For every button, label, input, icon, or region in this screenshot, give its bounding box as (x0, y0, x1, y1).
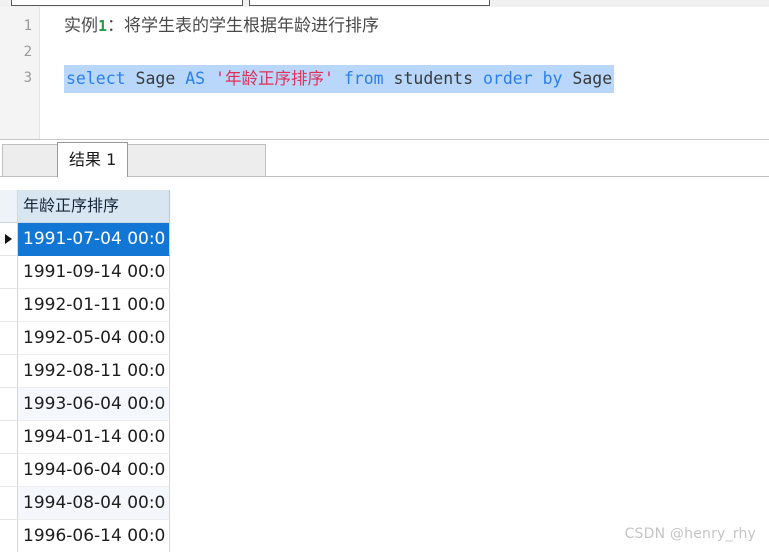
row-indicator[interactable] (0, 421, 18, 454)
row-indicator-header (0, 190, 18, 223)
row-indicator[interactable] (0, 223, 18, 256)
cell-age[interactable]: 1996-06-14 00:0 (18, 520, 170, 552)
row-indicator[interactable] (0, 256, 18, 289)
sql-editor[interactable]: 1 2 3 实例1：将学生表的学生根据年龄进行排序 select Sage AS… (0, 7, 769, 139)
table-row[interactable]: 1994-08-04 00:0 (0, 487, 200, 520)
sql-identifier-sage-1: Sage (135, 69, 176, 88)
sql-space-5 (384, 69, 394, 88)
sql-string-alias: '年龄正序排序' (215, 69, 334, 88)
result-grid-body: 年龄正序排序 1991-07-04 00:0 1991-09-14 00:0 1… (0, 190, 200, 552)
sql-identifier-sage-2: Sage (572, 69, 613, 88)
cell-age[interactable]: 1994-08-04 00:0 (18, 487, 170, 520)
cell-age[interactable]: 1991-09-14 00:0 (18, 256, 170, 289)
watermark: CSDN @henry_rhy (624, 526, 756, 542)
table-row[interactable]: 1992-05-04 00:0 (0, 322, 200, 355)
code-line-1-prefix: 实例 (64, 16, 98, 36)
row-indicator[interactable] (0, 289, 18, 322)
sql-space-4 (334, 69, 344, 88)
column-header-age-asc[interactable]: 年龄正序排序 (18, 190, 170, 223)
cell-age[interactable]: 1993-06-04 00:0 (18, 388, 170, 421)
sql-space-1 (126, 69, 136, 88)
row-indicator[interactable] (0, 322, 18, 355)
cell-age[interactable]: 1994-01-14 00:0 (18, 421, 170, 454)
table-row[interactable]: 1994-01-14 00:0 (0, 421, 200, 454)
sql-keyword-by: by (542, 69, 563, 88)
line-number-2: 2 (23, 44, 32, 60)
database-select[interactable] (11, 0, 243, 6)
line-number-3: 3 (23, 70, 32, 86)
cell-age[interactable]: 1991-07-04 00:0 (18, 223, 170, 256)
sql-keyword-as: AS (185, 69, 206, 88)
table-row[interactable]: 1994-06-04 00:0 (0, 454, 200, 487)
current-row-arrow-icon (5, 234, 12, 244)
cell-age[interactable]: 1992-01-11 00:0 (18, 289, 170, 322)
cell-age[interactable]: 1992-08-11 00:0 (18, 355, 170, 388)
result-grid[interactable]: 年龄正序排序 1991-07-04 00:0 1991-09-14 00:0 1… (0, 178, 769, 552)
table-row[interactable]: 1991-07-04 00:0 (0, 223, 200, 256)
sql-space-7 (533, 69, 543, 88)
line-number-1: 1 (23, 18, 32, 34)
sql-space-8 (562, 69, 572, 88)
row-indicator[interactable] (0, 487, 18, 520)
results-tabbar: 信息 结果 1 剖析 状态 (0, 140, 769, 178)
row-indicator[interactable] (0, 355, 18, 388)
code-line-1-suffix: ：将学生表的学生根据年龄进行排序 (107, 16, 380, 36)
schema-select[interactable] (249, 0, 490, 6)
row-indicator[interactable] (0, 454, 18, 487)
table-row[interactable]: 1993-06-04 00:0 (0, 388, 200, 421)
cell-age[interactable]: 1994-06-04 00:0 (18, 454, 170, 487)
table-header-row: 年龄正序排序 (0, 190, 200, 223)
row-indicator[interactable] (0, 520, 18, 552)
sql-identifier-students: students (393, 69, 474, 88)
sql-space-6 (473, 69, 483, 88)
tab-result-1[interactable]: 结果 1 (57, 142, 129, 177)
cell-age[interactable]: 1992-05-04 00:0 (18, 322, 170, 355)
sql-space-2 (175, 69, 185, 88)
tabbar-background (2, 144, 266, 177)
sql-keyword-from: from (343, 69, 384, 88)
sql-keyword-order: order (482, 69, 533, 88)
code-line-3[interactable]: select Sage AS '年龄正序排序' from students or… (64, 65, 615, 93)
sql-keyword-select: select (66, 69, 126, 88)
code-line-1-number: 1 (98, 17, 108, 35)
table-row[interactable]: 1991-09-14 00:0 (0, 256, 200, 289)
table-row[interactable]: 1996-06-14 00:0 (0, 520, 200, 552)
sql-client-window: 1 2 3 实例1：将学生表的学生根据年龄进行排序 select Sage AS… (0, 0, 769, 552)
code-line-1: 实例1：将学生表的学生根据年龄进行排序 (64, 13, 379, 39)
row-indicator[interactable] (0, 388, 18, 421)
table-row[interactable]: 1992-01-11 00:0 (0, 289, 200, 322)
editor-code-area[interactable]: 实例1：将学生表的学生根据年龄进行排序 select Sage AS '年龄正序… (40, 7, 769, 139)
sql-space-3 (205, 69, 215, 88)
table-row[interactable]: 1992-08-11 00:0 (0, 355, 200, 388)
editor-gutter: 1 2 3 (0, 7, 40, 139)
toolbar-strip (0, 0, 769, 7)
